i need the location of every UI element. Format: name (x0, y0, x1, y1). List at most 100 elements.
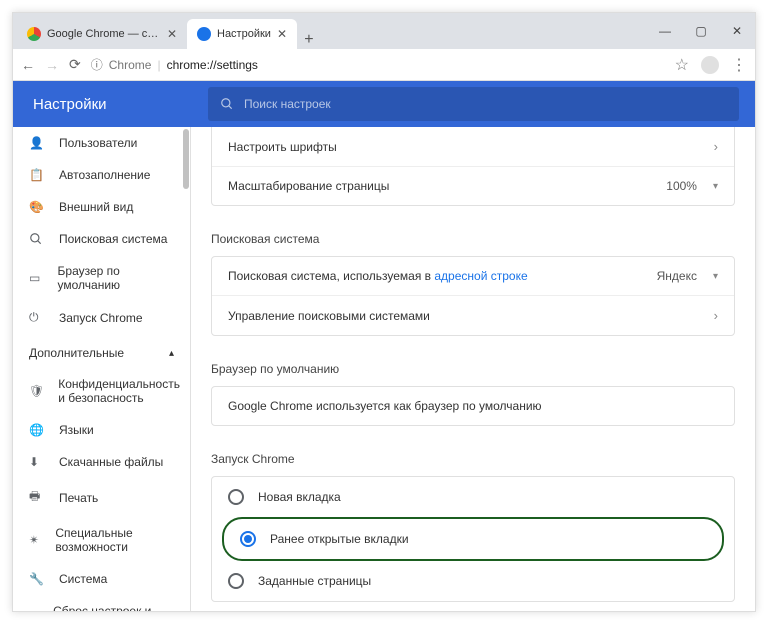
sidebar-item-autofill[interactable]: 📋 Автозаполнение (13, 159, 190, 191)
startup-option-continue[interactable]: Ранее открытые вкладки (224, 519, 722, 559)
startup-option-specific[interactable]: Заданные страницы (212, 561, 734, 601)
sidebar-item-languages[interactable]: 🌐 Языки (13, 414, 190, 446)
tab-item-active[interactable]: Настройки ✕ (187, 19, 297, 49)
sidebar-item-label: Конфиденциальность и безопасность (58, 377, 180, 405)
row-label: Масштабирование страницы (228, 179, 389, 193)
sidebar-item-label: Запуск Chrome (59, 311, 143, 325)
url-path: chrome://settings (167, 58, 258, 72)
tab-item[interactable]: Google Chrome — скачать бесп ✕ (17, 19, 187, 49)
highlighted-option: Ранее открытые вкладки (222, 517, 724, 561)
tab-strip: Google Chrome — скачать бесп ✕ Настройки… (13, 13, 647, 49)
info-icon: ⓘ (91, 56, 103, 73)
palette-icon: 🎨 (29, 200, 45, 214)
sidebar-item-system[interactable]: 🔧 Система (13, 563, 190, 595)
url-host: Chrome (109, 58, 152, 72)
sidebar-item-label: Специальные возможности (55, 526, 174, 554)
row-label: Поисковая система, используемая в адресн… (228, 269, 528, 283)
sidebar: 👤 Пользователи 📋 Автозаполнение 🎨 Внешний в… (13, 127, 191, 611)
settings-favicon-icon (197, 27, 211, 41)
sidebar-item-accessibility[interactable]: ✴ Специальные возможности (13, 517, 190, 563)
sidebar-item-appearance[interactable]: 🎨 Внешний вид (13, 191, 190, 223)
chevron-right-icon: › (714, 308, 718, 323)
tab-title: Google Chrome — скачать бесп (47, 28, 161, 40)
sidebar-item-print[interactable]: 🖶 Печать (13, 478, 190, 517)
chevron-up-icon: ▴ (169, 348, 174, 359)
close-icon[interactable]: ✕ (167, 27, 177, 41)
power-icon: ⏻ (29, 310, 45, 325)
sidebar-item-label: Пользователи (59, 136, 137, 150)
sidebar-item-privacy[interactable]: 🛡 Конфиденциальность и безопасность (13, 368, 190, 414)
download-icon: ⬇ (29, 455, 45, 469)
forward-button[interactable]: → (45, 57, 59, 73)
sidebar-item-label: Языки (59, 423, 94, 437)
sidebar-section-label: Дополнительные (29, 346, 124, 360)
page-title: Настройки (13, 96, 208, 113)
sidebar-item-label: Автозаполнение (59, 168, 150, 182)
search-icon (29, 232, 45, 246)
search-engine-row[interactable]: Поисковая система, используемая в адресн… (212, 257, 734, 296)
sidebar-item-label: Скачанные файлы (59, 455, 163, 469)
search-placeholder: Поиск настроек (244, 97, 331, 111)
main-content: Настроить шрифты › Масштабирование стран… (191, 127, 755, 611)
clipboard-icon: 📋 (29, 168, 45, 182)
minimize-button[interactable]: — (647, 13, 683, 49)
menu-icon[interactable]: ⋮ (731, 55, 747, 75)
browser-icon: ▭ (29, 271, 44, 285)
address-bar[interactable]: ⓘ Chrome | chrome://settings (91, 56, 665, 73)
fonts-row[interactable]: Настроить шрифты › (212, 127, 734, 167)
radio-icon[interactable] (228, 489, 244, 505)
default-browser-row: Google Chrome используется как браузер п… (212, 387, 734, 425)
radio-label: Новая вкладка (258, 490, 341, 504)
radio-label: Ранее открытые вкладки (270, 532, 409, 546)
sidebar-item-startup[interactable]: ⏻ Запуск Chrome (13, 301, 190, 334)
new-tab-button[interactable]: + (297, 31, 321, 49)
row-label: Настроить шрифты (228, 140, 337, 154)
close-button[interactable]: ✕ (719, 13, 755, 49)
sidebar-item-label: Сброс настроек и удаление вредоносного П… (53, 604, 174, 611)
wrench-icon: 🔧 (29, 572, 45, 586)
select-value: 100% (666, 179, 697, 193)
chrome-favicon-icon (27, 27, 41, 41)
settings-header: Настройки Поиск настроек (13, 81, 755, 127)
browser-window: Google Chrome — скачать бесп ✕ Настройки… (12, 12, 756, 612)
manage-engines-row[interactable]: Управление поисковыми системами › (212, 296, 734, 335)
settings-search-input[interactable]: Поиск настроек (208, 87, 739, 121)
search-icon (220, 97, 234, 111)
sidebar-item-label: Внешний вид (59, 200, 133, 214)
sidebar-item-label: Печать (59, 491, 98, 505)
globe-icon: 🌐 (29, 423, 45, 437)
search-engine-select[interactable]: Яндекс ▾ (588, 269, 718, 283)
profile-avatar[interactable] (701, 56, 719, 74)
address-bar-link[interactable]: адресной строке (434, 269, 527, 283)
sidebar-item-downloads[interactable]: ⬇ Скачанные файлы (13, 446, 190, 478)
maximize-button[interactable]: ▢ (683, 13, 719, 49)
chevron-right-icon: › (714, 139, 718, 154)
sidebar-item-users[interactable]: 👤 Пользователи (13, 127, 190, 159)
chevron-down-icon: ▾ (713, 271, 718, 282)
radio-icon[interactable] (228, 573, 244, 589)
toolbar: ← → ⟳ ⓘ Chrome | chrome://settings ☆ ⋮ (13, 49, 755, 81)
sidebar-item-reset[interactable]: ⟲Сброс настроек и удаление вредоносного … (13, 595, 190, 611)
chevron-down-icon: ▾ (713, 181, 718, 192)
section-title-default-browser: Браузер по умолчанию (191, 354, 755, 386)
back-button[interactable]: ← (21, 57, 35, 73)
scrollbar-thumb[interactable] (183, 129, 189, 189)
zoom-select[interactable]: 100% ▾ (588, 179, 718, 193)
sidebar-item-search[interactable]: Поисковая система (13, 223, 190, 255)
startup-option-new-tab[interactable]: Новая вкладка (212, 477, 734, 517)
sidebar-advanced-toggle[interactable]: Дополнительные ▴ (13, 334, 190, 368)
sidebar-item-label: Система (59, 572, 107, 586)
zoom-row[interactable]: Масштабирование страницы 100% ▾ (212, 167, 734, 205)
reload-button[interactable]: ⟳ (69, 56, 81, 73)
star-icon[interactable]: ☆ (675, 55, 689, 75)
print-icon: 🖶 (29, 487, 45, 508)
accessibility-icon: ✴ (29, 533, 41, 547)
person-icon: 👤 (29, 136, 45, 150)
sidebar-item-default-browser[interactable]: ▭Браузер по умолчанию (13, 255, 190, 301)
radio-icon-selected[interactable] (240, 531, 256, 547)
radio-label: Заданные страницы (258, 574, 371, 588)
titlebar: Google Chrome — скачать бесп ✕ Настройки… (13, 13, 755, 49)
select-value: Яндекс (657, 269, 697, 283)
shield-icon: 🛡 (29, 384, 44, 398)
close-icon[interactable]: ✕ (277, 27, 287, 41)
